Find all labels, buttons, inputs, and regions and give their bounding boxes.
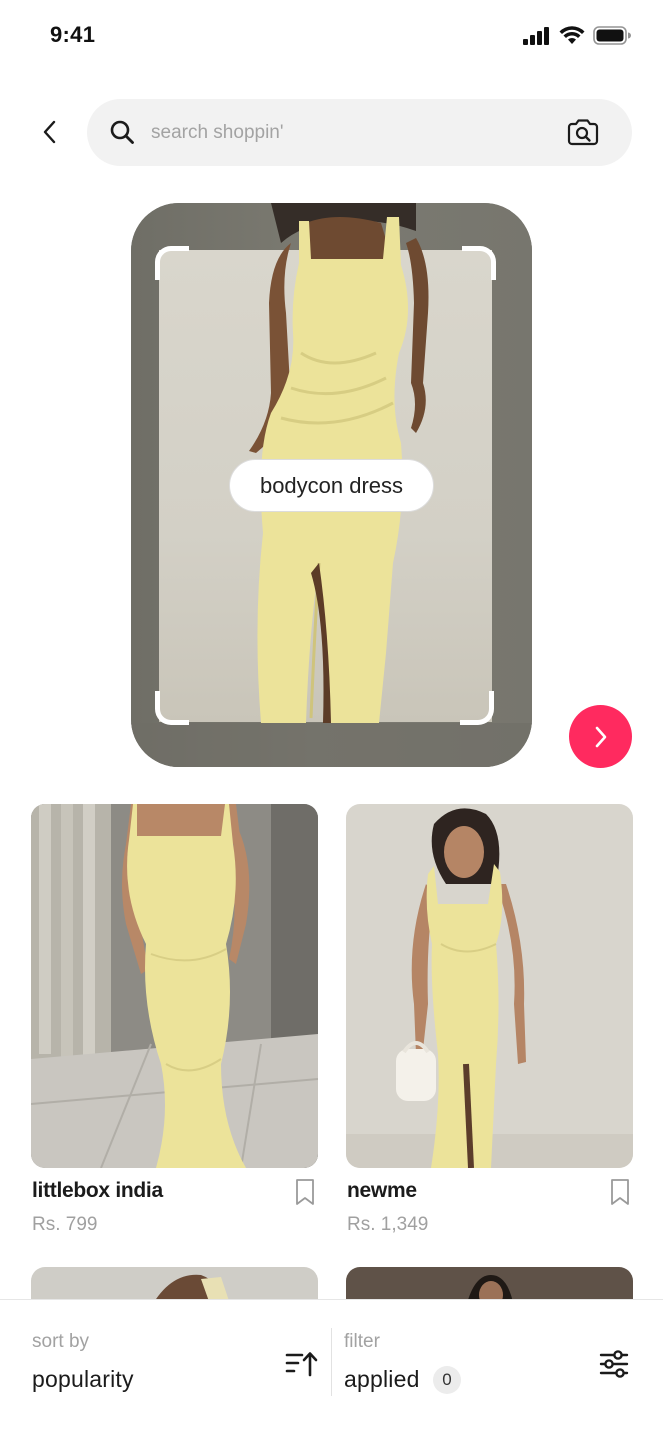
product-photo xyxy=(346,804,633,1168)
battery-icon xyxy=(593,26,631,45)
filter-count-badge: 0 xyxy=(433,1366,461,1394)
wifi-icon xyxy=(559,26,585,44)
product-brand[interactable]: littlebox india xyxy=(32,1179,163,1203)
search-input[interactable] xyxy=(151,113,541,153)
crop-corner-top-left[interactable] xyxy=(155,246,189,280)
product-card[interactable]: newme Rs. 1,349 xyxy=(346,804,633,1244)
sliders-icon xyxy=(599,1350,629,1378)
back-button[interactable] xyxy=(30,112,70,152)
chevron-right-icon xyxy=(595,726,606,747)
product-brand[interactable]: newme xyxy=(347,1179,417,1203)
cellular-signal-icon xyxy=(523,26,549,45)
crop-corner-bottom-right[interactable] xyxy=(460,691,494,725)
bottom-bar: sort by popularity filter applied 0 xyxy=(0,1299,663,1436)
search-icon xyxy=(110,120,134,144)
bookmark-icon[interactable] xyxy=(294,1178,316,1206)
search-bar[interactable] xyxy=(87,99,632,166)
product-image[interactable] xyxy=(31,804,318,1168)
crop-corner-top-right[interactable] xyxy=(462,246,496,280)
product-photo xyxy=(31,804,318,1168)
filter-label: filter xyxy=(344,1331,380,1352)
sort-button[interactable]: sort by popularity xyxy=(0,1300,331,1436)
crop-corner-bottom-left[interactable] xyxy=(155,691,189,725)
sort-icon xyxy=(285,1352,318,1377)
status-bar: 9:41 xyxy=(0,0,663,72)
product-image[interactable] xyxy=(346,804,633,1168)
detected-item-chip[interactable]: bodycon dress xyxy=(229,459,434,512)
product-price: Rs. 1,349 xyxy=(347,1214,429,1235)
filter-value: applied xyxy=(344,1366,420,1392)
scanned-image[interactable]: bodycon dress xyxy=(131,203,532,767)
bookmark-icon[interactable] xyxy=(609,1178,631,1206)
product-card[interactable]: littlebox india Rs. 799 xyxy=(31,804,318,1244)
next-button[interactable] xyxy=(569,705,632,768)
camera-search-icon[interactable] xyxy=(566,117,600,149)
back-chevron-icon xyxy=(43,120,56,144)
product-price: Rs. 799 xyxy=(32,1214,98,1235)
status-icons xyxy=(523,26,631,45)
sort-value: popularity xyxy=(32,1366,134,1392)
filter-button[interactable]: filter applied 0 xyxy=(332,1300,663,1436)
sort-label: sort by xyxy=(32,1331,90,1352)
status-time: 9:41 xyxy=(50,22,96,47)
